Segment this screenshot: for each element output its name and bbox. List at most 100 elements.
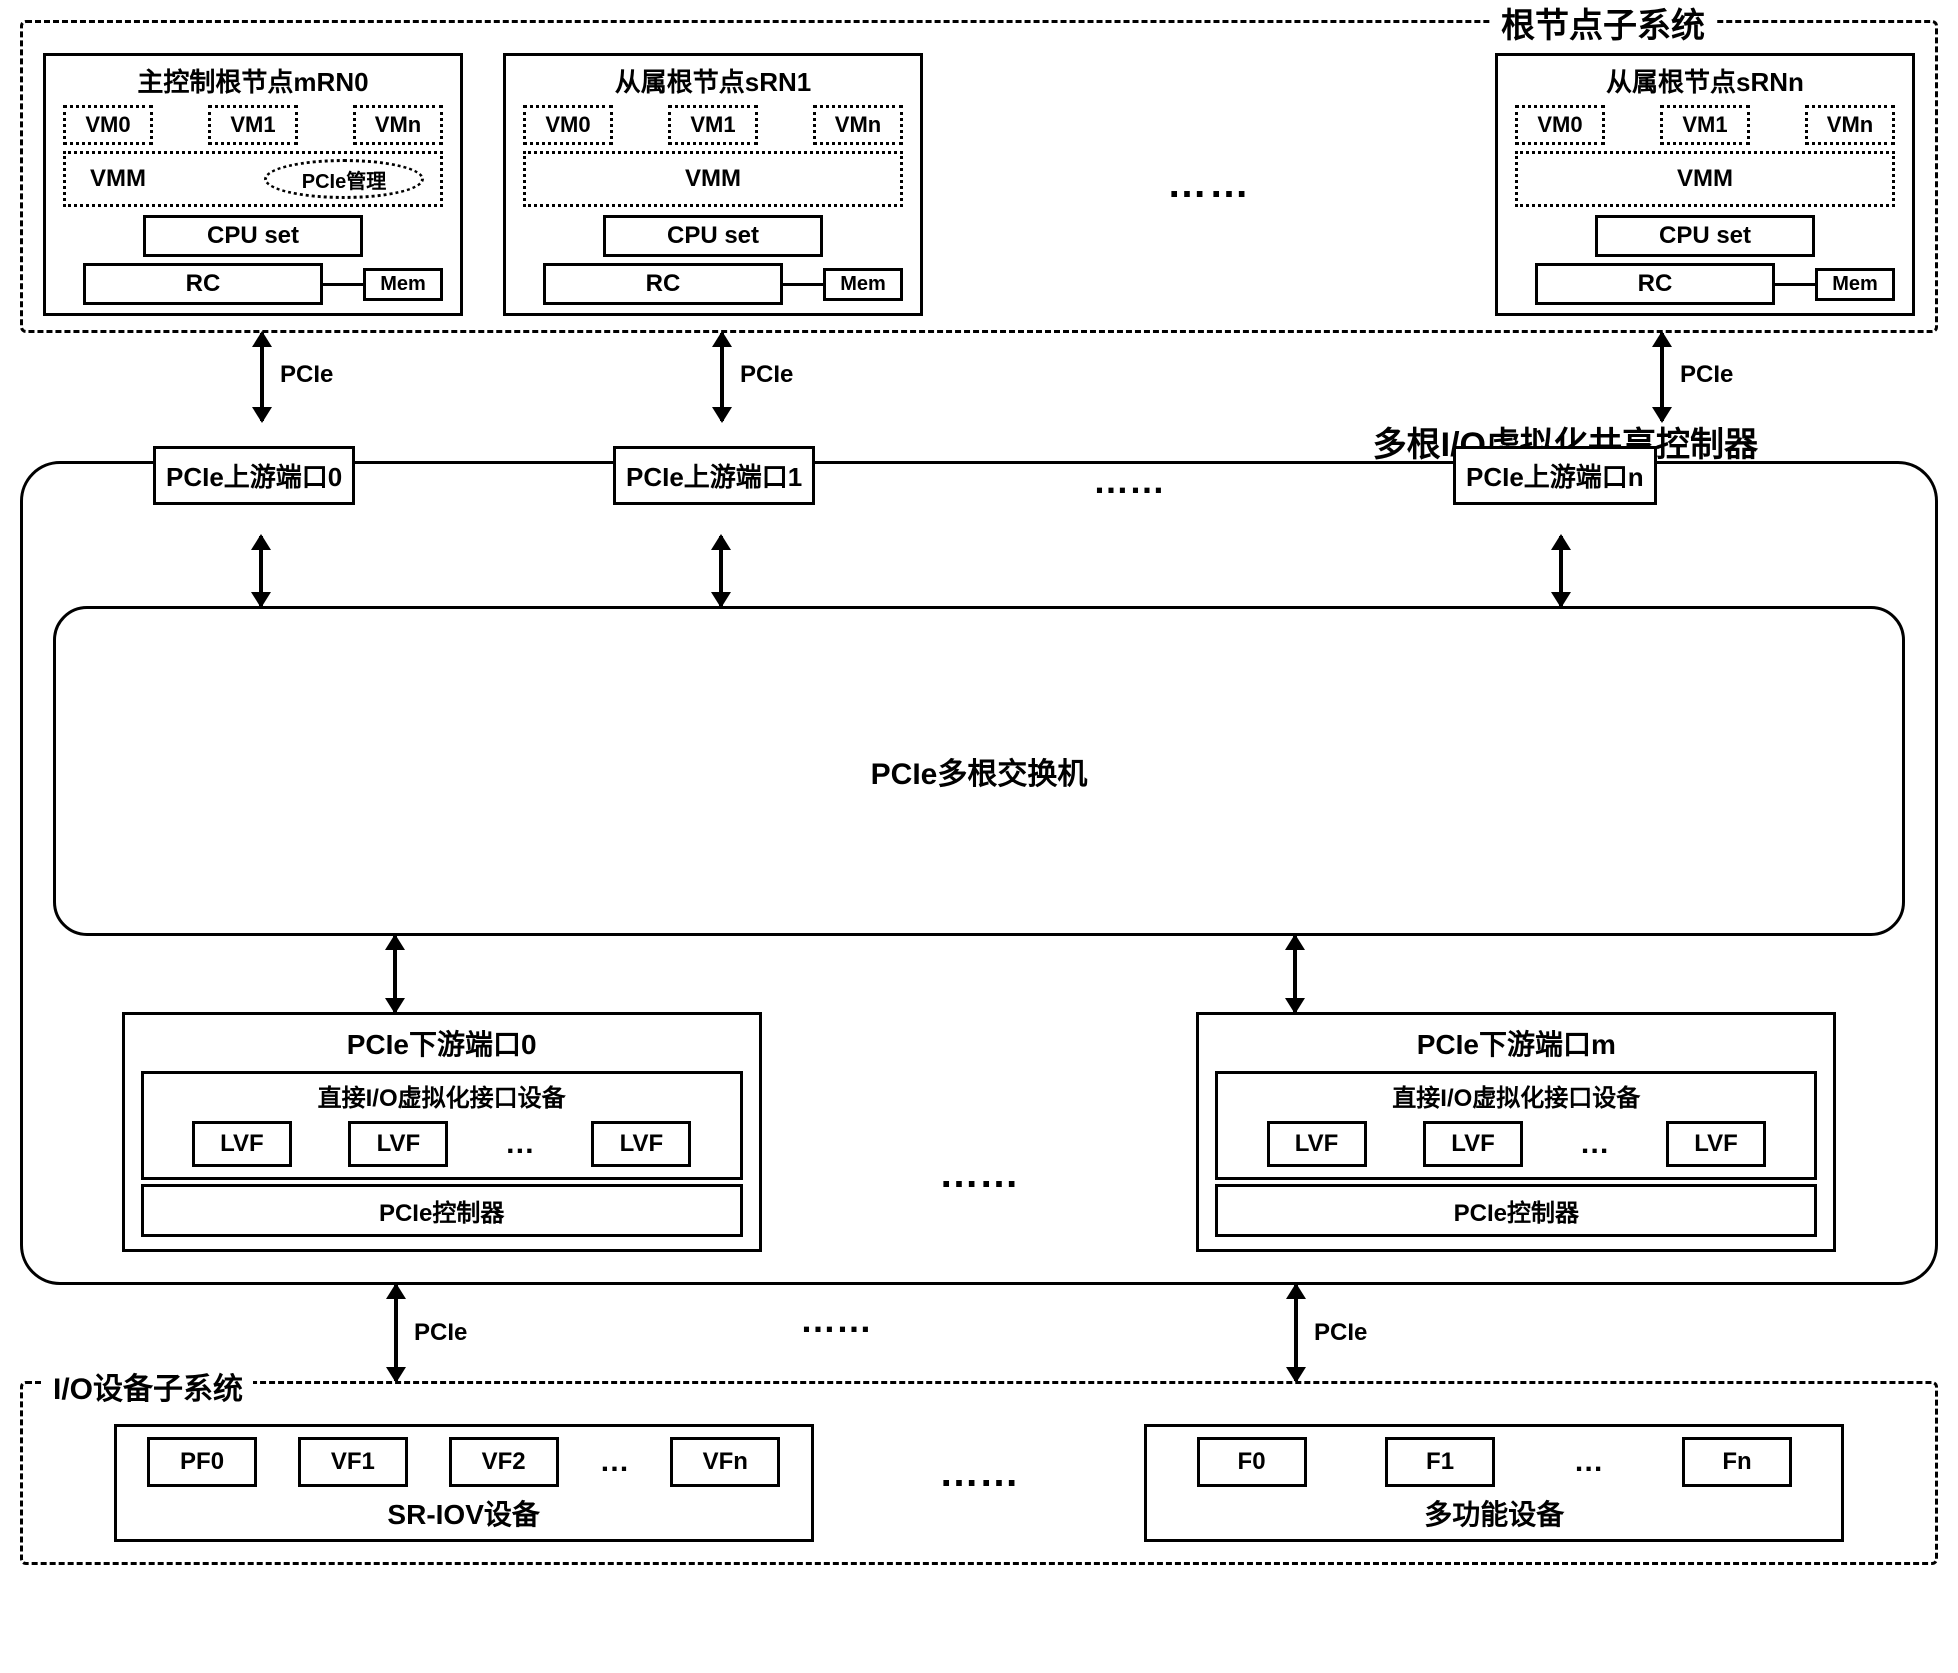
vmm-label: VMM [685, 165, 741, 193]
rc-box: RC [543, 263, 783, 305]
vmm-box: VMM PCIe管理 [63, 151, 443, 207]
device-name: SR-IOV设备 [127, 1487, 801, 1535]
switch-to-downstream-connectors [53, 936, 1905, 1012]
vmm-label: VMM [90, 165, 146, 193]
io-device-subsystem: I/O设备子系统 PF0 VF1 VF2 … VFn SR-IOV设备 …… F… [20, 1381, 1938, 1565]
root-subsystem-title: 根节点子系统 [1491, 0, 1715, 47]
pcie-arrow-icon [1294, 1285, 1298, 1381]
vmm-box: VMM [1515, 151, 1895, 207]
pcie-arrow-icon [394, 1285, 398, 1381]
vm-box: VM1 [208, 105, 298, 145]
root-node-title: 从属根节点sRNn [1606, 62, 1804, 99]
lvf-box: LVF [1267, 1121, 1367, 1167]
pcie-connector-row-bottom: PCIe …… PCIe [20, 1285, 1938, 1381]
root-node-srnn: 从属根节点sRNn VM0 VM1 VMn VMM CPU set RC Mem [1495, 53, 1915, 316]
cpu-set-box: CPU set [1595, 215, 1815, 257]
ellipsis: … [1580, 1127, 1610, 1161]
func-box: F0 [1197, 1437, 1307, 1487]
ellipsis: … [1574, 1445, 1604, 1479]
upstream-port-1: PCIe上游端口1 [613, 446, 815, 505]
root-node-subsystem: 根节点子系统 主控制根节点mRN0 VM0 VM1 VMn VMM PCIe管理… [20, 20, 1938, 333]
upstream-to-switch-connectors [53, 536, 1905, 606]
pcie-label: PCIe [740, 361, 793, 389]
function-row: PF0 VF1 VF2 … VFn [127, 1437, 801, 1487]
diagram-root: 根节点子系统 主控制根节点mRN0 VM0 VM1 VMn VMM PCIe管理… [20, 20, 1938, 1565]
direct-io-title: 直接I/O虚拟化接口设备 [1218, 1074, 1814, 1117]
rc-box: RC [83, 263, 323, 305]
pcie-multiroot-switch: PCIe多根交换机 [53, 606, 1905, 936]
func-box: VF1 [298, 1437, 408, 1487]
direct-io-virtualization-device: 直接I/O虚拟化接口设备 LVF LVF … LVF [1215, 1071, 1817, 1180]
lvf-box: LVF [1423, 1121, 1523, 1167]
pcie-controller-box: PCIe控制器 [141, 1184, 743, 1237]
lvf-row: LVF LVF … LVF [1218, 1117, 1814, 1177]
arrow-icon [393, 936, 397, 1012]
arrow-icon [719, 536, 723, 606]
vm-row: VM0 VM1 VMn [1515, 105, 1895, 145]
lvf-box: LVF [591, 1121, 691, 1167]
pcie-arrow-icon [260, 333, 264, 421]
pcie-arrow-icon [720, 333, 724, 421]
pcie-label: PCIe [414, 1319, 467, 1347]
downstream-port-0: PCIe下游端口0 直接I/O虚拟化接口设备 LVF LVF … LVF PCI… [122, 1012, 762, 1252]
lvf-box: LVF [192, 1121, 292, 1167]
cpu-set-box: CPU set [603, 215, 823, 257]
arrow-icon [1559, 536, 1563, 606]
vmm-label: VMM [1677, 165, 1733, 193]
root-node-srn1: 从属根节点sRN1 VM0 VM1 VMn VMM CPU set RC Mem [503, 53, 923, 316]
lvf-row: LVF LVF … LVF [144, 1117, 740, 1177]
downstream-port-m: PCIe下游端口m 直接I/O虚拟化接口设备 LVF LVF … LVF PCI… [1196, 1012, 1836, 1252]
lvf-box: LVF [348, 1121, 448, 1167]
func-box: VFn [670, 1437, 780, 1487]
rc-row: RC Mem [523, 263, 903, 305]
ellipsis: …… [923, 162, 1495, 207]
rc-box: RC [1535, 263, 1775, 305]
vm-row: VM0 VM1 VMn [63, 105, 443, 145]
func-box: F1 [1385, 1437, 1495, 1487]
ellipsis: …… [800, 1299, 872, 1341]
upstream-port-0: PCIe上游端口0 [153, 446, 355, 505]
vmm-box: VMM [523, 151, 903, 207]
rc-mem-connector [783, 283, 823, 286]
mem-box: Mem [1815, 268, 1895, 301]
func-box: PF0 [147, 1437, 257, 1487]
func-box: Fn [1682, 1437, 1792, 1487]
cpu-set-box: CPU set [143, 215, 363, 257]
function-row: F0 F1 … Fn [1157, 1437, 1831, 1487]
ellipsis: …… [1093, 460, 1165, 502]
ellipsis: …… [939, 1451, 1019, 1496]
ellipsis: …… [939, 1152, 1019, 1197]
vm-box: VM1 [668, 105, 758, 145]
pcie-label: PCIe [1680, 361, 1733, 389]
vm-box: VM0 [63, 105, 153, 145]
vm-box: VMn [813, 105, 903, 145]
arrow-icon [1293, 936, 1297, 1012]
sriov-device: PF0 VF1 VF2 … VFn SR-IOV设备 [114, 1424, 814, 1542]
mem-box: Mem [363, 268, 443, 301]
rc-row: RC Mem [1515, 263, 1895, 305]
upstream-port-row: PCIe上游端口0 PCIe上游端口1 …… PCIe上游端口n [53, 470, 1905, 530]
rc-mem-connector [1775, 283, 1815, 286]
multi-root-io-controller: PCIe上游端口0 PCIe上游端口1 …… PCIe上游端口n PCIe多根交… [20, 461, 1938, 1285]
vm-row: VM0 VM1 VMn [523, 105, 903, 145]
vm-box: VM0 [523, 105, 613, 145]
pcie-connector-row-top: PCIe PCIe PCIe [20, 333, 1938, 421]
downstream-port-row: PCIe下游端口0 直接I/O虚拟化接口设备 LVF LVF … LVF PCI… [53, 1012, 1905, 1252]
pcie-arrow-icon [1660, 333, 1664, 421]
func-box: VF2 [449, 1437, 559, 1487]
pcie-management-oval: PCIe管理 [264, 159, 424, 199]
io-device-row: PF0 VF1 VF2 … VFn SR-IOV设备 …… F0 F1 … Fn… [43, 1414, 1915, 1548]
vm-box: VMn [1805, 105, 1895, 145]
rc-mem-connector [323, 283, 363, 286]
upstream-port-n: PCIe上游端口n [1453, 446, 1657, 505]
ellipsis: … [599, 1445, 629, 1479]
ellipsis: … [505, 1127, 535, 1161]
root-node-title: 主控制根节点mRN0 [137, 62, 368, 99]
downstream-port-title: PCIe下游端口0 [125, 1015, 759, 1071]
direct-io-title: 直接I/O虚拟化接口设备 [144, 1074, 740, 1117]
root-node-row: 主控制根节点mRN0 VM0 VM1 VMn VMM PCIe管理 CPU se… [43, 53, 1915, 316]
direct-io-virtualization-device: 直接I/O虚拟化接口设备 LVF LVF … LVF [141, 1071, 743, 1180]
mem-box: Mem [823, 268, 903, 301]
pcie-label: PCIe [1314, 1319, 1367, 1347]
rc-row: RC Mem [63, 263, 443, 305]
